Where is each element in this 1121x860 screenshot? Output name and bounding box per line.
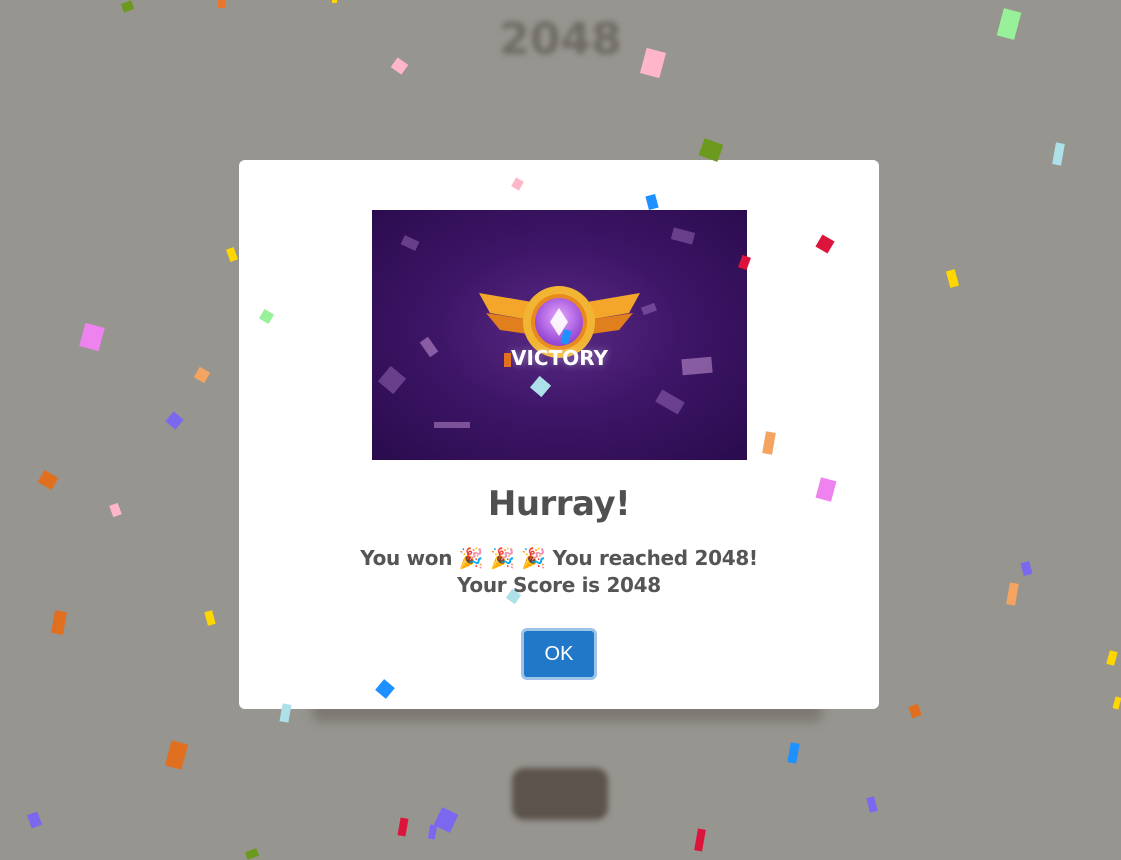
confetti-piece — [204, 610, 216, 626]
confetti-piece — [279, 703, 292, 723]
confetti-piece — [390, 57, 409, 75]
confetti-piece — [164, 740, 189, 770]
confetti-piece — [639, 47, 667, 79]
confetti-piece — [26, 811, 43, 829]
victory-label: VICTORY — [510, 346, 609, 370]
confetti-piece — [79, 322, 105, 352]
confetti-piece — [109, 502, 122, 518]
confetti-piece — [244, 848, 260, 860]
confetti-piece — [908, 703, 922, 719]
confetti-piece — [165, 411, 184, 430]
score-message: Your Score is 2048 — [457, 573, 661, 597]
confetti-piece — [1006, 582, 1019, 606]
modal-heading: Hurray! — [487, 484, 631, 524]
confetti-piece — [504, 353, 511, 367]
confetti-piece — [787, 742, 800, 764]
win-message: You won 🎉 🎉 🎉 You reached 2048! — [360, 546, 758, 570]
background-new-game-button — [512, 768, 608, 820]
confetti-piece — [1106, 650, 1118, 666]
confetti-piece — [193, 366, 211, 384]
confetti-piece — [1112, 696, 1121, 710]
confetti-piece — [51, 610, 67, 635]
confetti-piece — [866, 796, 878, 813]
confetti-piece — [427, 824, 438, 840]
background-game-title: 2048 — [499, 14, 622, 65]
confetti-piece — [226, 247, 238, 262]
confetti-piece — [433, 807, 459, 833]
victory-badge-icon — [479, 286, 640, 358]
confetti-piece — [120, 0, 135, 13]
confetti-piece — [332, 0, 337, 3]
victory-modal: VICTORY Hurray! You won 🎉 🎉 🎉 You reache… — [239, 160, 879, 709]
confetti-piece — [1052, 142, 1065, 166]
confetti-piece — [37, 469, 59, 491]
ok-button[interactable]: OK — [521, 628, 597, 680]
victory-image: VICTORY — [372, 210, 747, 460]
confetti-piece — [698, 138, 724, 162]
confetti-piece — [945, 269, 960, 288]
confetti-piece — [218, 0, 225, 8]
confetti-piece — [1020, 561, 1033, 576]
confetti-piece — [996, 8, 1022, 40]
confetti-piece — [694, 828, 706, 852]
confetti-piece — [397, 817, 409, 837]
